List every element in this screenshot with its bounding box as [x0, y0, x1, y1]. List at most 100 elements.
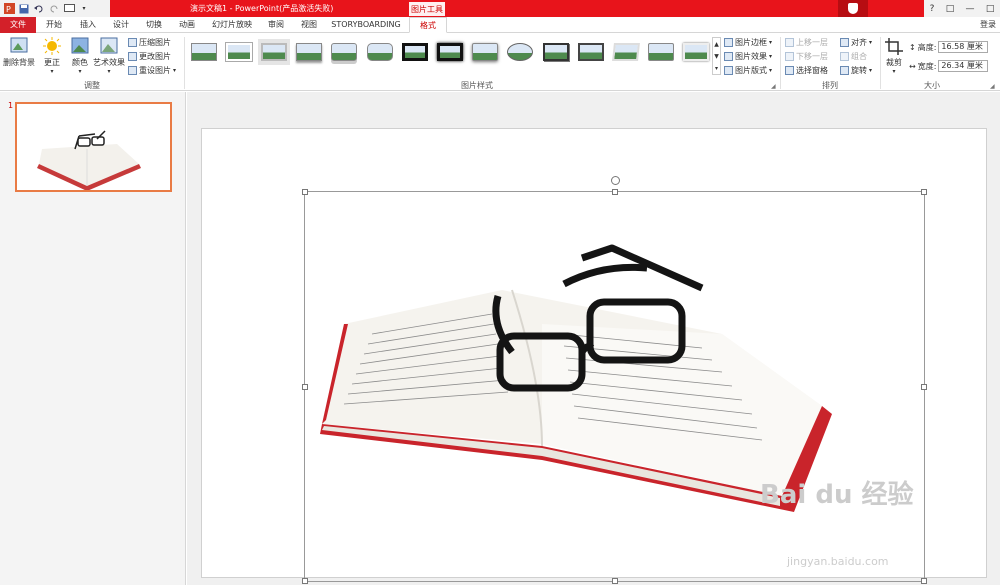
- gallery-scroll[interactable]: ▲ ▼ ▾: [712, 37, 721, 75]
- picture-style-option[interactable]: [540, 39, 571, 65]
- picture-tools-context-tab: 图片工具: [408, 1, 446, 17]
- reset-picture-icon: [128, 66, 137, 75]
- powerpoint-icon[interactable]: P: [3, 3, 15, 15]
- maximize-button[interactable]: □: [986, 4, 995, 14]
- picture-style-option[interactable]: [681, 39, 712, 65]
- remove-background-icon: [10, 37, 28, 53]
- slide-thumbnail-pane: 1: [0, 92, 186, 585]
- resize-handle[interactable]: [921, 578, 927, 584]
- picture-style-option[interactable]: [364, 39, 395, 65]
- picture-selection-box[interactable]: [302, 176, 927, 584]
- group-label-picture-styles: 图片样式: [461, 81, 493, 90]
- ribbon: 删除背景 更正 ▾ 颜色 ▾ 艺术效果 ▾ 压缩图片 更改图片 重设图片 ▾ 调整 ▲ ▼…: [0, 33, 1000, 91]
- minimize-button[interactable]: —: [966, 4, 975, 14]
- remove-background-button[interactable]: 删除背景: [3, 37, 35, 68]
- picture-style-option[interactable]: [223, 39, 254, 65]
- tab-file[interactable]: 文件: [0, 17, 36, 33]
- height-field-row: ↕ 高度: 16.58 厘米: [909, 41, 989, 53]
- compress-pictures-button[interactable]: 压缩图片: [128, 37, 171, 48]
- picture-styles-gallery: [188, 39, 712, 69]
- corrections-button[interactable]: 更正 ▾: [42, 37, 62, 75]
- group-label-adjust: 调整: [84, 81, 100, 90]
- picture-style-option[interactable]: [610, 39, 641, 65]
- picture-style-option[interactable]: [646, 39, 677, 65]
- width-input[interactable]: 26.34 厘米: [938, 60, 989, 72]
- tab-format[interactable]: 格式: [409, 17, 447, 33]
- picture-effects-button[interactable]: 图片效果 ▾: [724, 51, 772, 62]
- ribbon-display-button[interactable]: □: [946, 4, 955, 14]
- picture-layout-icon: [724, 66, 733, 75]
- help-button[interactable]: ?: [930, 4, 935, 14]
- tab-slideshow[interactable]: 幻灯片放映: [209, 17, 255, 33]
- redo-icon[interactable]: [48, 3, 60, 15]
- save-icon[interactable]: [18, 3, 30, 15]
- picture-style-option[interactable]: [399, 39, 430, 65]
- color-picture-icon: [71, 37, 89, 54]
- quick-access-toolbar: P ▾: [0, 0, 110, 17]
- tab-review[interactable]: 审阅: [264, 17, 288, 33]
- crop-icon: [885, 38, 903, 55]
- bring-forward-button[interactable]: 上移一层: [785, 37, 828, 48]
- picture-style-option[interactable]: [434, 39, 465, 65]
- send-backward-icon: [785, 52, 794, 61]
- picture-style-option[interactable]: [470, 39, 501, 65]
- picture-style-option[interactable]: [294, 39, 325, 65]
- resize-handle[interactable]: [612, 578, 618, 584]
- selection-pane-button[interactable]: 选择窗格: [785, 65, 828, 76]
- color-button[interactable]: 颜色 ▾: [70, 37, 90, 75]
- book-glasses-thumbnail-image: [37, 130, 141, 191]
- height-icon: ↕: [909, 42, 916, 52]
- artistic-effects-button[interactable]: 艺术效果 ▾: [93, 37, 125, 75]
- width-icon: ↔: [909, 61, 916, 71]
- group-label-size: 大小: [924, 81, 940, 90]
- reset-picture-button[interactable]: 重设图片 ▾: [128, 65, 176, 76]
- picture-style-option[interactable]: [258, 39, 290, 65]
- picture-style-option[interactable]: [329, 39, 360, 65]
- align-button[interactable]: 对齐 ▾: [840, 37, 872, 48]
- group-button[interactable]: 组合: [840, 51, 867, 62]
- tab-storyboarding[interactable]: STORYBOARDING: [329, 17, 403, 33]
- resize-handle[interactable]: [302, 189, 308, 195]
- account-icon[interactable]: [838, 0, 868, 17]
- tab-home[interactable]: 开始: [42, 17, 66, 33]
- customize-qat-icon[interactable]: ▾: [78, 3, 90, 15]
- undo-icon[interactable]: [33, 3, 45, 15]
- dialog-launcher-icon[interactable]: ◢: [990, 83, 995, 90]
- height-input[interactable]: 16.58 厘米: [938, 41, 989, 53]
- title-bar: P ▾ 演示文稿1 - PowerPoint(产品激活失败) 图片工具 ? □ …: [0, 0, 1000, 17]
- rotate-icon: [840, 66, 849, 75]
- slide-thumbnail[interactable]: [15, 102, 172, 192]
- slide-number: 1: [8, 101, 14, 110]
- crop-button[interactable]: 裁剪 ▾: [884, 37, 904, 75]
- group-divider: [880, 37, 881, 89]
- picture-border-button[interactable]: 图片边框 ▾: [724, 37, 772, 48]
- resize-handle[interactable]: [921, 384, 927, 390]
- resize-handle[interactable]: [921, 189, 927, 195]
- picture-style-option[interactable]: [575, 39, 606, 65]
- tab-design[interactable]: 设计: [109, 17, 133, 33]
- tab-view[interactable]: 视图: [297, 17, 321, 33]
- resize-handle[interactable]: [612, 189, 618, 195]
- picture-layout-button[interactable]: 图片版式 ▾: [724, 65, 772, 76]
- selection-pane-icon: [785, 66, 794, 75]
- present-icon[interactable]: [63, 3, 75, 15]
- tab-insert[interactable]: 插入: [76, 17, 100, 33]
- artistic-effects-icon: [100, 37, 118, 54]
- tab-animations[interactable]: 动画: [175, 17, 199, 33]
- svg-text:P: P: [6, 5, 11, 14]
- slide-editing-area: [187, 92, 1000, 585]
- align-icon: [840, 38, 849, 47]
- dialog-launcher-icon[interactable]: ◢: [771, 83, 776, 90]
- window-controls: ? □ — □: [924, 0, 1000, 17]
- tab-transitions[interactable]: 切换: [142, 17, 166, 33]
- resize-handle[interactable]: [302, 578, 308, 584]
- change-picture-button[interactable]: 更改图片: [128, 51, 171, 62]
- rotate-handle[interactable]: [611, 176, 620, 185]
- resize-handle[interactable]: [302, 384, 308, 390]
- picture-style-option[interactable]: [188, 39, 219, 65]
- send-backward-button[interactable]: 下移一层: [785, 51, 828, 62]
- picture-effects-icon: [724, 52, 733, 61]
- picture-style-option[interactable]: [505, 39, 536, 65]
- rotate-button[interactable]: 旋转 ▾: [840, 65, 872, 76]
- sign-in-link[interactable]: 登录: [980, 19, 996, 30]
